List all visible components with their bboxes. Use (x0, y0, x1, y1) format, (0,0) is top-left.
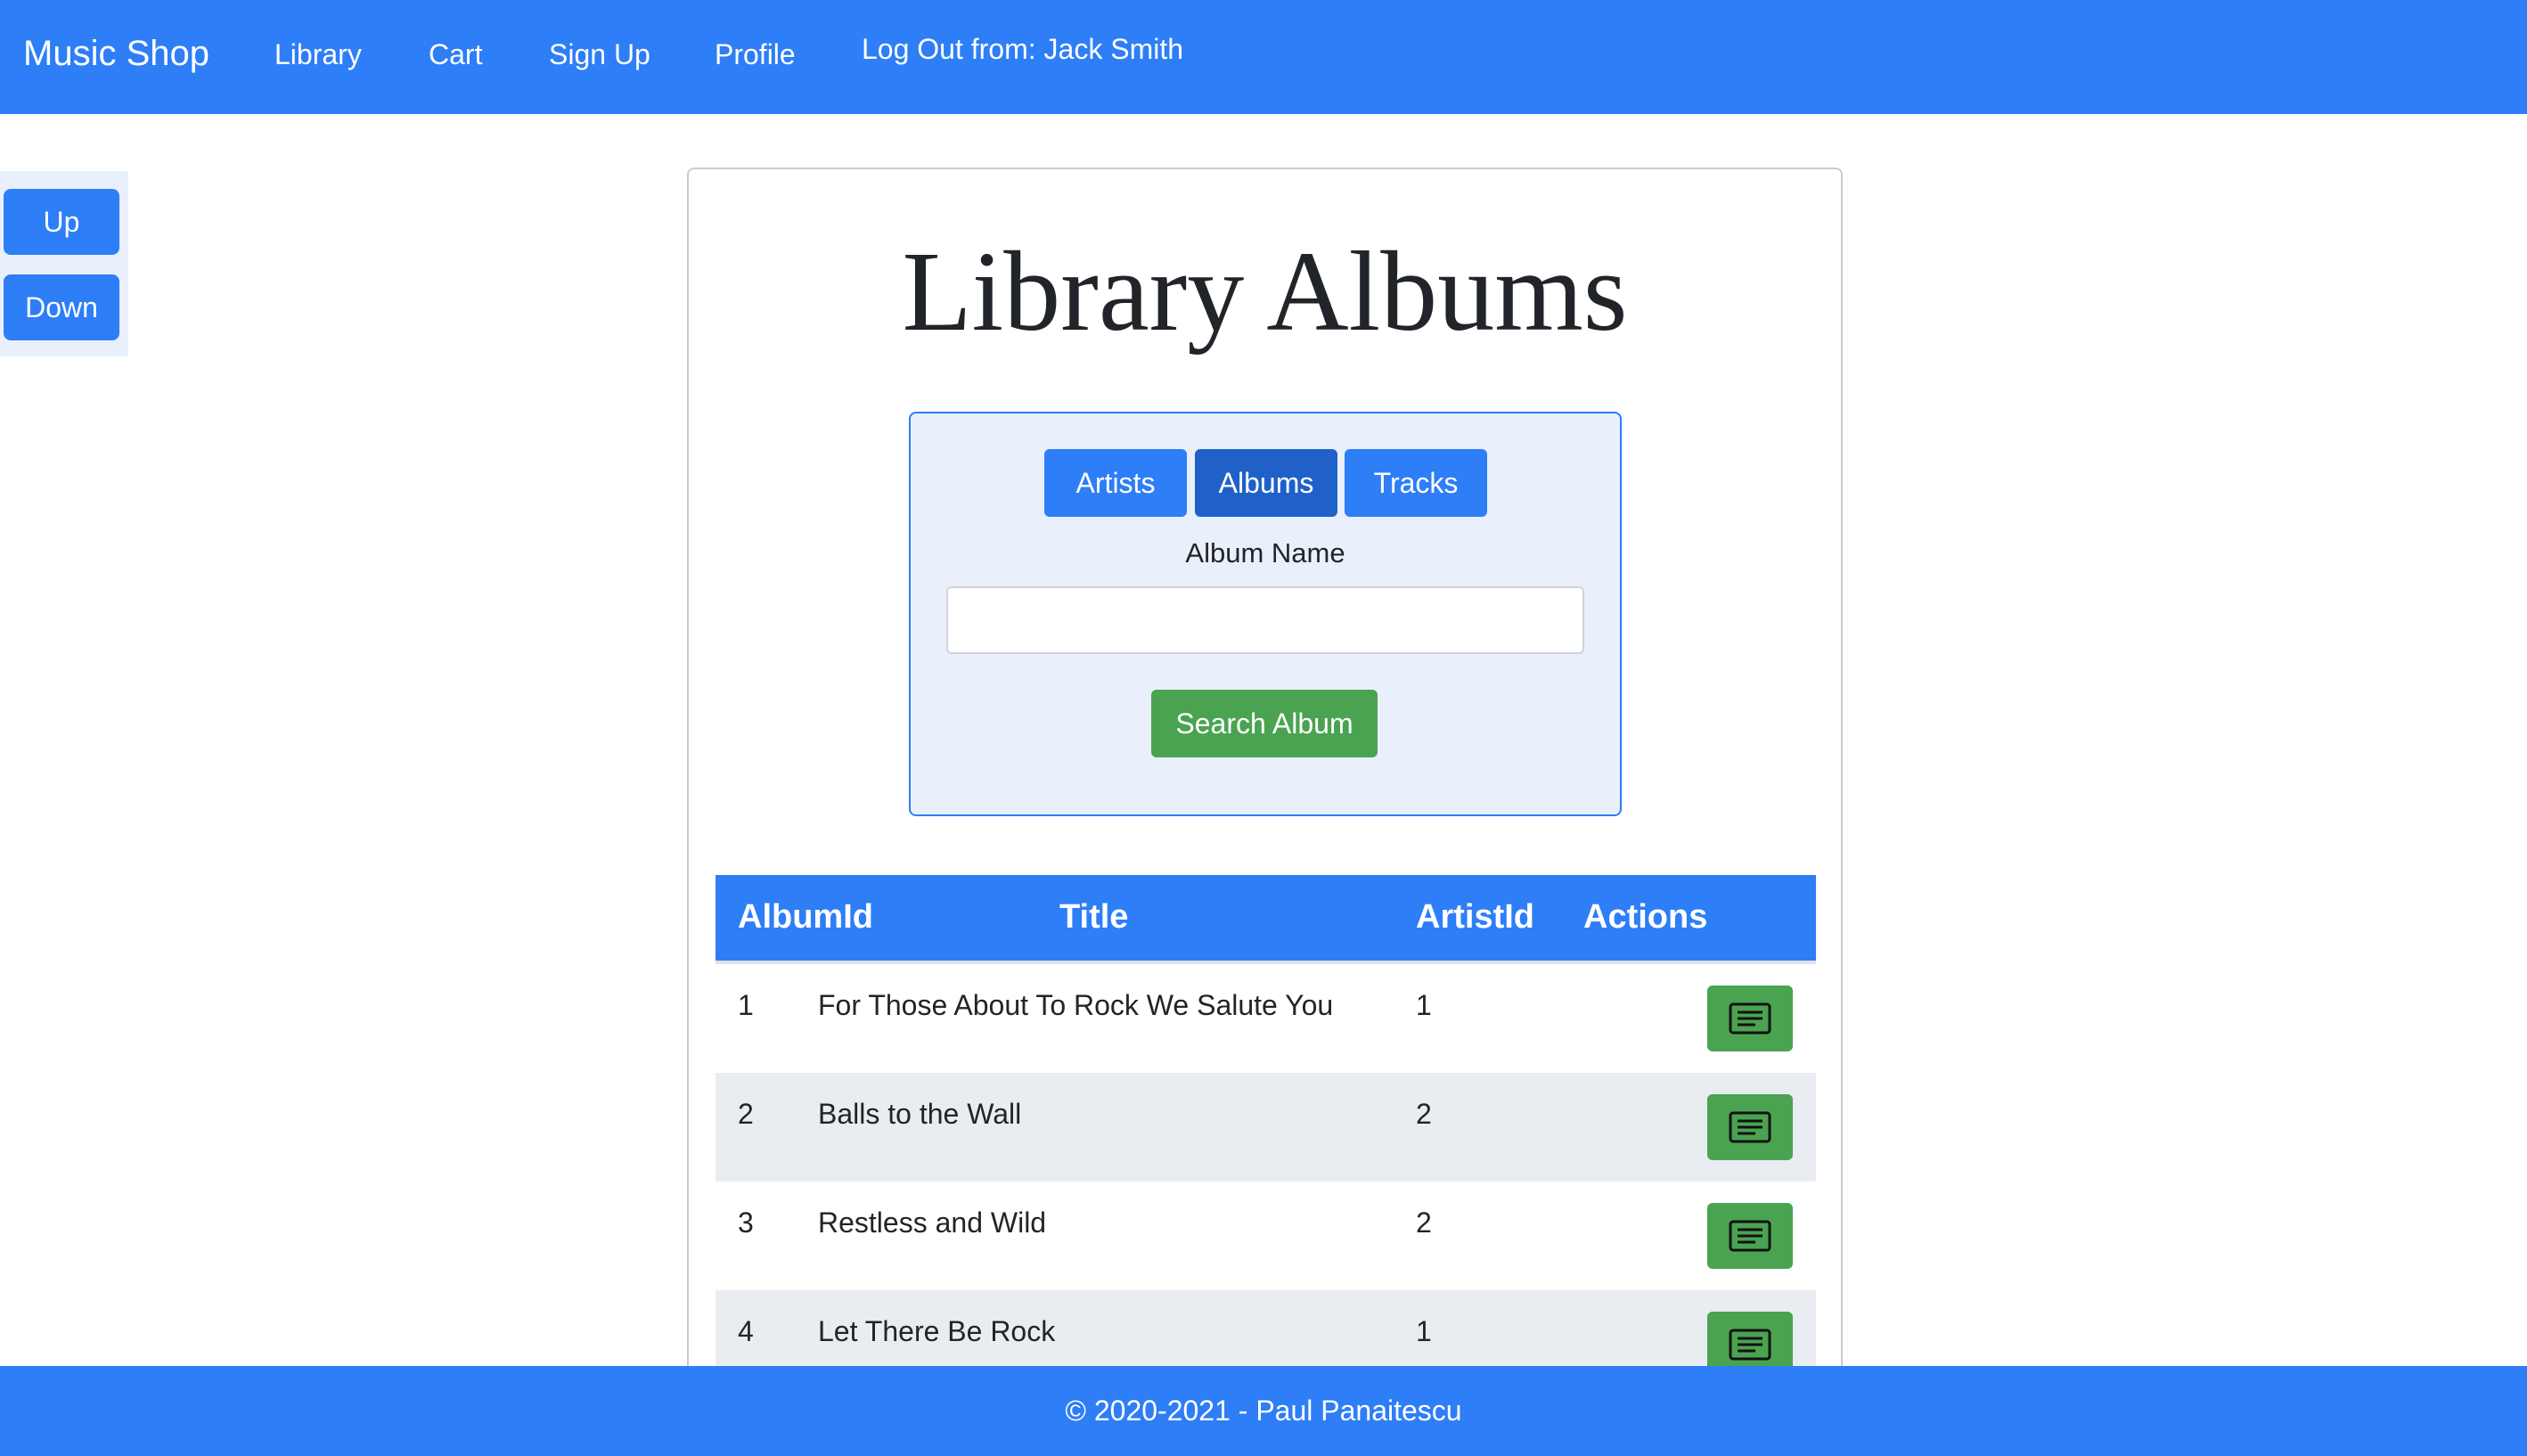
view-details-button[interactable] (1707, 986, 1793, 1051)
table-header: AlbumId Title ArtistId Actions (716, 875, 1816, 964)
view-details-button[interactable] (1707, 1203, 1793, 1269)
cell-artistid: 2 (1416, 1207, 1432, 1239)
cell-artistid: 1 (1416, 989, 1432, 1021)
header-title: Title (1059, 898, 1129, 936)
tab-albums[interactable]: Albums (1195, 449, 1337, 517)
scroll-up-button[interactable]: Up (4, 189, 119, 255)
details-icon (1729, 1002, 1771, 1035)
cell-artistid: 1 (1416, 1315, 1432, 1347)
nav-logout-link[interactable]: Log Out from: Jack Smith (862, 27, 1183, 71)
cell-albumid: 4 (738, 1315, 754, 1347)
table-row: 2 Balls to the Wall 2 (716, 1073, 1816, 1182)
details-icon (1729, 1111, 1771, 1143)
top-navbar: Music Shop Library Cart Sign Up Profile … (0, 0, 2527, 114)
header-albumid: AlbumId (738, 898, 873, 936)
tab-tracks[interactable]: Tracks (1345, 449, 1487, 517)
cell-artistid: 2 (1416, 1098, 1432, 1130)
table-row: 1 For Those About To Rock We Salute You … (716, 964, 1816, 1073)
cell-albumid: 3 (738, 1207, 754, 1239)
footer-copyright: © 2020-2021 - Paul Panaitescu (1065, 1395, 1462, 1427)
nav-library-link[interactable]: Library (274, 32, 362, 77)
nav-profile-link[interactable]: Profile (715, 32, 796, 77)
view-details-button[interactable] (1707, 1094, 1793, 1160)
page-title: Library Albums (902, 228, 1628, 355)
cell-title: Restless and Wild (818, 1207, 1047, 1239)
cell-title: For Those About To Rock We Salute You (818, 989, 1334, 1021)
footer: © 2020-2021 - Paul Panaitescu (0, 1366, 2527, 1456)
cell-albumid: 1 (738, 989, 754, 1021)
album-name-label: Album Name (1185, 537, 1345, 568)
header-actions: Actions (1583, 898, 1708, 936)
album-name-input[interactable] (946, 586, 1584, 654)
table-row: 3 Restless and Wild 2 (716, 1182, 1816, 1290)
nav-cart-link[interactable]: Cart (429, 32, 482, 77)
header-artistid: ArtistId (1416, 898, 1534, 936)
scroll-down-button[interactable]: Down (4, 274, 119, 340)
brand-link[interactable]: Music Shop (23, 29, 209, 78)
cell-title: Let There Be Rock (818, 1315, 1056, 1347)
scroll-controls: Up Down (0, 171, 128, 356)
details-icon (1729, 1220, 1771, 1252)
search-album-button[interactable]: Search Album (1151, 690, 1378, 757)
nav-signup-link[interactable]: Sign Up (549, 32, 650, 77)
main-card: Library Albums Artists Albums Tracks Alb… (687, 168, 1843, 1456)
cell-title: Balls to the Wall (818, 1098, 1022, 1130)
cell-albumid: 2 (738, 1098, 754, 1130)
albums-table: AlbumId Title ArtistId Actions 1 For Tho… (716, 875, 1816, 1399)
search-panel: Artists Albums Tracks Album Name Search … (909, 412, 1622, 816)
tab-artists[interactable]: Artists (1044, 449, 1187, 517)
details-icon (1729, 1329, 1771, 1361)
